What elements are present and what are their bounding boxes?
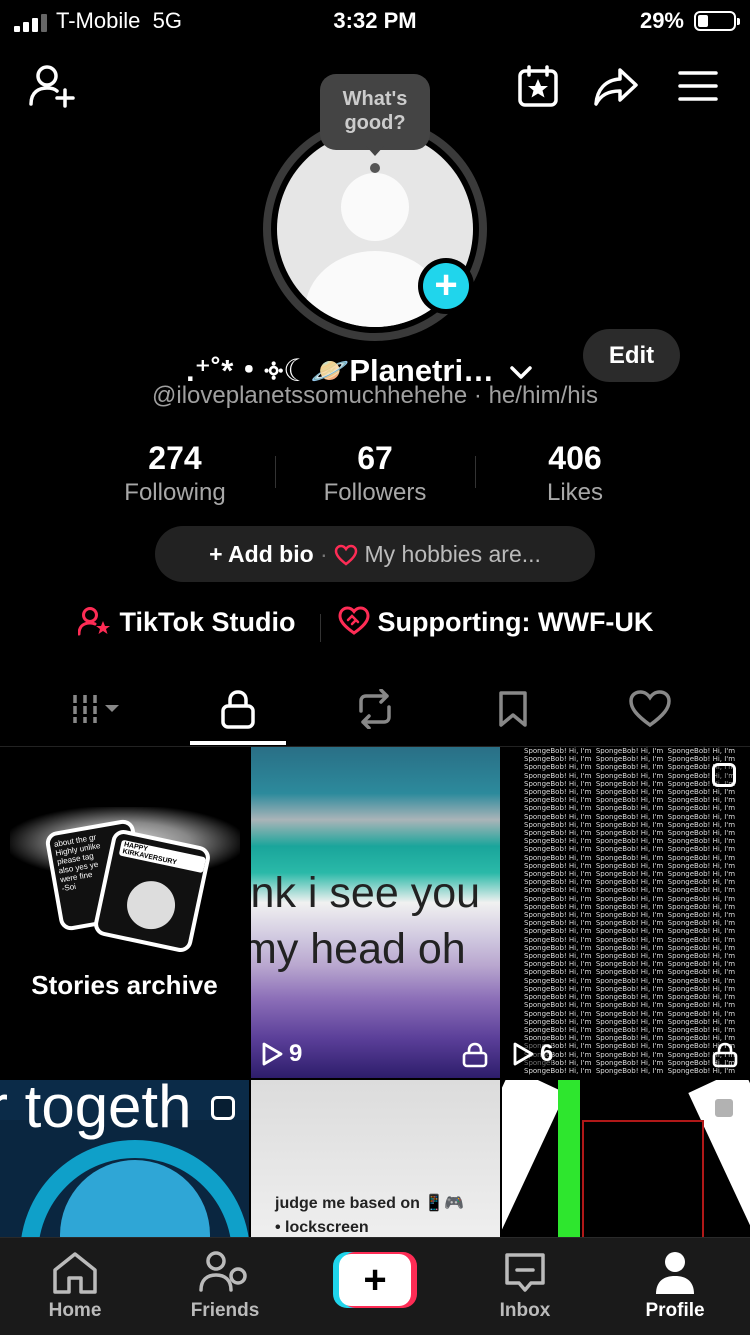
lock-icon [712,1042,738,1068]
home-icon [53,1252,97,1294]
lock-icon [221,690,255,729]
multi-photo-icon [211,1096,235,1120]
video-thumbnail[interactable] [502,1080,750,1240]
heart-outline-icon [629,690,671,728]
nav-inbox[interactable]: Inbox [450,1238,600,1335]
tab-liked[interactable] [602,676,698,742]
video-thumbnail[interactable]: r togeth [0,1080,249,1240]
bubble-tail [366,146,384,156]
stat-followers[interactable]: 67 Followers [275,438,475,508]
chevron-down-icon [509,366,532,379]
repost-icon [359,689,391,729]
friends-icon [199,1251,247,1292]
play-icon [513,1042,534,1066]
stat-following[interactable]: 274 Following [75,438,275,508]
tab-videos[interactable] [55,676,151,742]
nav-home[interactable]: Home [0,1238,150,1335]
profile-icon [656,1252,694,1294]
share-icon[interactable] [590,60,642,112]
tiktok-studio-link[interactable]: TikTok Studio [77,606,296,638]
whats-good-bubble[interactable]: What's good? [320,74,430,150]
bubble-dot [370,163,380,173]
battery-percent: 29% [639,8,684,33]
inbox-icon [505,1253,545,1292]
create-button[interactable]: + [333,1252,417,1308]
tab-reposts[interactable] [327,676,423,742]
lock-icon [462,1042,488,1068]
play-icon [262,1042,283,1066]
supporting-link[interactable]: Supporting: WWF-UK [338,606,653,638]
handshake-heart-icon [338,606,370,635]
video-text: SpongeBob! Hi, I'm SpongeBob! Hi, I'm Sp… [524,747,736,1075]
plus-icon: + [423,263,469,309]
studio-user-icon [77,607,110,636]
view-count: 6 [512,1040,554,1068]
video-caption: judge me based on 📱🎮 • lockscreen [275,1195,465,1236]
video-thumbnail[interactable]: judge me based on 📱🎮 • lockscreen [251,1080,500,1240]
heart-icon [334,544,358,566]
stat-likes[interactable]: 406 Likes [475,438,675,508]
tab-private[interactable] [190,676,286,742]
divider [320,614,321,642]
add-story-button[interactable]: + [418,258,474,314]
video-thumbnail[interactable]: SpongeBob! Hi, I'm SpongeBob! Hi, I'm Sp… [502,747,750,1078]
stories-archive-label: Stories archive [31,970,218,1000]
story-card-right: HAPPY KIRKAVERSURY [91,827,213,955]
video-caption: r togeth [0,1080,192,1140]
bookmark-icon [499,691,527,727]
handle-text: @iloveplanetssomuchhehehe · he/him/his [152,382,598,409]
multi-photo-icon [712,1096,736,1120]
bio-pill[interactable]: + Add bio · My hobbies are... [155,526,595,582]
grid-filter-icon [73,695,119,723]
status-bar: T-Mobile 5G 3:32 PM 29% [0,0,750,44]
nav-profile[interactable]: Profile [600,1238,750,1335]
menu-icon[interactable] [672,60,724,112]
video-thumbnail[interactable]: ink i see you my head oh 9 [251,747,500,1078]
edit-button[interactable]: Edit [583,329,680,382]
battery-icon [694,11,740,31]
stories-archive-tile[interactable]: about the gr Highly unlike please tag al… [0,747,249,1078]
active-tab-indicator [190,741,286,745]
clock: 3:32 PM [333,8,417,33]
video-caption: ink i see you my head oh [251,869,481,973]
content-tabs [0,676,750,747]
view-count: 9 [261,1040,302,1068]
add-friend-icon[interactable] [26,60,78,112]
multi-photo-icon [712,763,736,787]
calendar-star-icon[interactable] [512,60,564,112]
plus-icon: + [339,1254,411,1306]
nav-friends[interactable]: Friends [150,1238,300,1335]
tab-saved[interactable] [465,676,561,742]
